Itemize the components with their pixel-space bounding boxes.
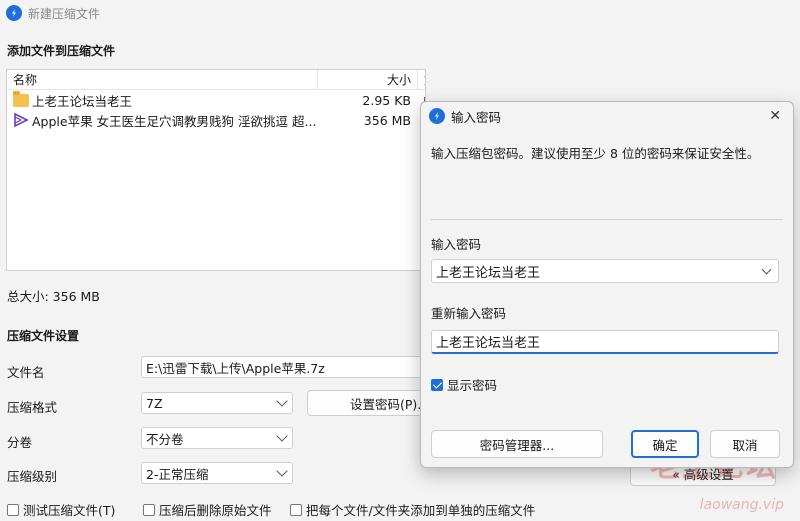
delete-after-label: 压缩后删除原始文件 <box>159 503 272 518</box>
total-size: 总大小: 356 MB <box>7 289 100 304</box>
chevron-down-icon <box>276 430 288 442</box>
checkbox[interactable] <box>143 503 155 516</box>
file-row[interactable]: 上老王论坛当老王 2.95 KB E:\迅雷下载\上传\上老王论坛当老王 <box>7 90 425 110</box>
separate-archives-option[interactable]: 把每个文件/文件夹添加到单独的压缩文件 <box>290 500 535 519</box>
password-input[interactable]: 上老王论坛当老王 <box>431 259 779 283</box>
format-label: 压缩格式 <box>7 400 58 415</box>
file-size: 2.95 KB <box>362 92 411 108</box>
folder-icon <box>13 90 29 107</box>
dialog-title: 输入密码 <box>451 109 502 125</box>
video-file-icon <box>13 112 29 128</box>
watermark-url: laowang.vip <box>699 497 784 513</box>
confirm-password-label: 重新输入密码 <box>431 306 507 321</box>
app-logo-icon <box>429 108 445 124</box>
password-input-value: 上老王论坛当老王 <box>436 265 541 281</box>
dialog-titlebar: 输入密码 <box>421 102 793 130</box>
settings-heading: 压缩文件设置 <box>7 329 80 343</box>
file-list[interactable]: 名称 大小 文件路径 上老王论坛当老王 2.95 KB E:\迅雷下载\上传\上… <box>6 69 426 271</box>
divider <box>431 219 783 220</box>
file-name: Apple苹果 女王医生足穴调教男贱狗 淫欲挑逗 超... <box>32 113 317 129</box>
show-password-label: 显示密码 <box>447 378 498 393</box>
checkbox[interactable] <box>290 503 302 516</box>
level-select-value: 2-正常压缩 <box>146 466 209 482</box>
column-header-name[interactable]: 名称 <box>7 71 317 88</box>
file-row[interactable]: Apple苹果 女王医生足穴调教男贱狗 淫欲挑逗 超... 356 MB <box>7 110 425 130</box>
level-select[interactable]: 2-正常压缩 <box>141 462 293 484</box>
column-header-path[interactable]: 文件路径 <box>417 70 425 89</box>
separate-archives-label: 把每个文件/文件夹添加到单独的压缩文件 <box>306 503 536 518</box>
split-select-value: 不分卷 <box>146 431 184 447</box>
password-label: 输入密码 <box>431 237 482 252</box>
delete-after-option[interactable]: 压缩后删除原始文件 <box>143 500 272 519</box>
cancel-button[interactable]: 取消 <box>710 430 780 458</box>
add-files-heading: 添加文件到压缩文件 <box>7 44 116 58</box>
dialog-description: 输入压缩包密码。建议使用至少 8 位的密码来保证安全性。 <box>431 146 760 161</box>
file-size: 356 MB <box>363 112 411 128</box>
column-header-size[interactable]: 大小 <box>317 70 417 89</box>
format-select[interactable]: 7Z <box>141 392 293 414</box>
set-password-button[interactable]: 设置密码(P)... <box>307 390 431 416</box>
checkbox-checked[interactable] <box>431 378 443 391</box>
format-select-value: 7Z <box>146 395 163 411</box>
close-icon[interactable]: ✕ <box>769 108 781 124</box>
password-manager-button[interactable]: 密码管理器... <box>431 430 603 458</box>
split-label: 分卷 <box>7 435 33 450</box>
show-password-option[interactable]: 显示密码 <box>431 375 497 394</box>
file-list-header: 名称 大小 文件路径 <box>7 70 425 90</box>
window-title: 新建压缩文件 <box>28 6 101 21</box>
chevron-down-icon[interactable] <box>761 264 772 274</box>
test-archive-label: 测试压缩文件(T) <box>23 503 116 518</box>
ok-button[interactable]: 确定 <box>631 430 699 458</box>
level-label: 压缩级别 <box>7 469 58 484</box>
app-logo-icon <box>6 5 22 21</box>
checkbox[interactable] <box>7 503 19 516</box>
window-titlebar: 新建压缩文件 <box>0 0 800 26</box>
file-name: 上老王论坛当老王 <box>32 93 133 109</box>
filename-input[interactable]: E:\迅雷下载\上传\Apple苹果.7z <box>141 356 431 378</box>
confirm-password-input[interactable]: 上老王论坛当老王 <box>431 330 779 354</box>
chevron-down-icon <box>276 395 288 407</box>
password-dialog: 输入密码 ✕ 输入压缩包密码。建议使用至少 8 位的密码来保证安全性。 输入密码… <box>420 101 794 468</box>
chevron-down-icon <box>276 465 288 477</box>
test-archive-option[interactable]: 测试压缩文件(T) <box>7 500 115 519</box>
filename-label: 文件名 <box>7 365 45 380</box>
split-select[interactable]: 不分卷 <box>141 427 293 449</box>
